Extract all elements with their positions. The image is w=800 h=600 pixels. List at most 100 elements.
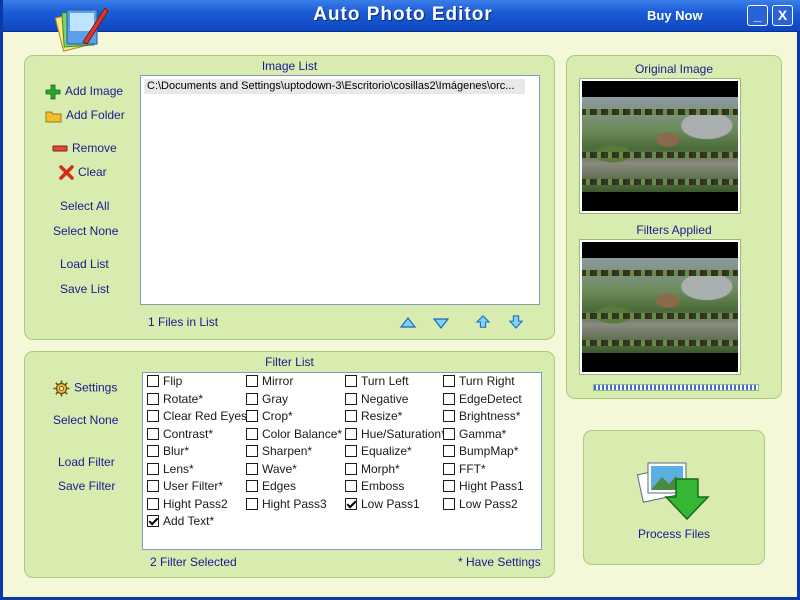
filter-checkbox[interactable]: [443, 427, 455, 440]
filter-option[interactable]: Blur*: [147, 444, 189, 460]
filter-checkbox[interactable]: [443, 497, 455, 510]
filter-option[interactable]: Low Pass2: [443, 497, 518, 513]
filter-checkbox[interactable]: [246, 497, 258, 510]
filter-option[interactable]: Resize*: [345, 409, 402, 425]
filter-option[interactable]: Equalize*: [345, 444, 412, 460]
filter-option[interactable]: EdgeDetect: [443, 392, 522, 408]
save-list-button[interactable]: Save List: [60, 282, 109, 296]
move-top-icon[interactable]: [474, 315, 492, 329]
filter-checkbox[interactable]: [345, 462, 357, 475]
filter-checkbox[interactable]: [147, 462, 159, 475]
filter-checkbox[interactable]: [443, 375, 455, 387]
filter-checkbox[interactable]: [246, 410, 258, 422]
filter-option[interactable]: Hight Pass1: [443, 479, 524, 495]
filter-option[interactable]: Morph*: [345, 462, 400, 478]
filter-checkbox[interactable]: [345, 375, 357, 387]
filter-option[interactable]: Edges: [246, 479, 296, 495]
filter-label: Negative: [361, 391, 409, 406]
select-all-button[interactable]: Select All: [60, 199, 109, 213]
filter-checkbox[interactable]: [147, 410, 159, 422]
filter-checkbox[interactable]: [246, 427, 258, 440]
clear-button[interactable]: Clear: [59, 165, 107, 181]
filter-checkbox[interactable]: [443, 410, 455, 422]
filter-label: BumpMap*: [459, 444, 519, 458]
filter-checkbox[interactable]: [443, 480, 455, 492]
filter-checkbox[interactable]: [443, 392, 455, 405]
filter-checkbox[interactable]: [147, 427, 159, 440]
filter-label: Add Text*: [163, 514, 215, 528]
add-image-button[interactable]: Add Image: [45, 84, 123, 100]
save-filter-button[interactable]: Save Filter: [58, 479, 115, 493]
filter-checkbox[interactable]: [246, 375, 258, 387]
filter-option[interactable]: Negative: [345, 392, 408, 408]
filter-checkbox[interactable]: [345, 497, 357, 510]
filter-option[interactable]: Clear Red Eyes: [147, 409, 247, 425]
filter-option[interactable]: Add Text*: [147, 514, 214, 530]
filter-select-none-button[interactable]: Select None: [53, 413, 118, 427]
filter-option[interactable]: Crop*: [246, 409, 293, 425]
filter-checkbox[interactable]: [443, 462, 455, 475]
filter-checkbox[interactable]: [345, 427, 357, 440]
filter-option[interactable]: Brightness*: [443, 409, 520, 425]
filter-checkbox[interactable]: [345, 445, 357, 457]
load-filter-button[interactable]: Load Filter: [58, 455, 115, 469]
process-files-button[interactable]: Process Files: [583, 430, 765, 565]
filter-label: Edges: [262, 479, 297, 493]
filter-checkbox[interactable]: [147, 497, 159, 510]
filter-label: Brightness*: [459, 409, 521, 423]
select-none-button[interactable]: Select None: [53, 224, 118, 238]
filter-option[interactable]: Color Balance*: [246, 427, 342, 443]
filter-option[interactable]: Hue/Saturation*: [345, 427, 446, 443]
minimize-button[interactable]: _: [747, 5, 768, 26]
filter-label: Mirror: [262, 374, 294, 388]
load-list-button[interactable]: Load List: [60, 257, 109, 271]
buy-now-link[interactable]: Buy Now: [647, 8, 703, 23]
image-file-list[interactable]: C:\Documents and Settings\uptodown-3\Esc…: [140, 75, 540, 305]
filter-label: Wave*: [262, 461, 297, 476]
remove-button[interactable]: Remove: [52, 141, 117, 155]
filter-checkbox[interactable]: [246, 392, 258, 405]
add-folder-button[interactable]: Add Folder: [45, 108, 125, 123]
filter-checkbox[interactable]: [246, 445, 258, 457]
filter-checkbox[interactable]: [345, 410, 357, 422]
filter-option[interactable]: User Filter*: [147, 479, 223, 495]
filter-label: Low Pass1: [361, 496, 420, 511]
filter-checkbox[interactable]: [147, 445, 159, 457]
move-down-icon[interactable]: [432, 316, 450, 330]
add-image-label: Add Image: [65, 84, 124, 99]
settings-label: Settings: [74, 380, 118, 395]
filter-option[interactable]: Low Pass1: [345, 497, 420, 513]
filter-option[interactable]: Lens*: [147, 462, 194, 478]
filter-checkbox[interactable]: [443, 445, 455, 457]
filter-option[interactable]: Gamma*: [443, 427, 506, 443]
filter-option[interactable]: Hight Pass3: [246, 497, 327, 513]
move-up-icon[interactable]: [399, 316, 417, 330]
filter-checkbox[interactable]: [246, 480, 258, 492]
filter-checkbox[interactable]: [147, 515, 159, 527]
filter-label: User Filter*: [163, 479, 224, 493]
list-item[interactable]: C:\Documents and Settings\uptodown-3\Esc…: [144, 79, 525, 94]
settings-button[interactable]: Settings: [53, 380, 117, 397]
filter-option[interactable]: Turn Right: [443, 374, 515, 390]
filter-checkbox[interactable]: [345, 480, 357, 492]
filter-checkbox[interactable]: [147, 375, 159, 387]
filter-checkbox[interactable]: [147, 392, 159, 405]
close-button[interactable]: X: [772, 5, 793, 26]
filter-option[interactable]: BumpMap*: [443, 444, 518, 460]
filter-option[interactable]: Contrast*: [147, 427, 213, 443]
filter-option[interactable]: Emboss: [345, 479, 404, 495]
filter-option[interactable]: Gray: [246, 392, 288, 408]
filter-option[interactable]: Wave*: [246, 462, 297, 478]
filter-checkbox[interactable]: [147, 480, 159, 492]
filter-option[interactable]: Sharpen*: [246, 444, 312, 460]
filter-option[interactable]: Flip: [147, 374, 182, 390]
filter-option[interactable]: Mirror: [246, 374, 293, 390]
filter-option[interactable]: FFT*: [443, 462, 486, 478]
filter-option[interactable]: Turn Left: [345, 374, 409, 390]
move-bottom-icon[interactable]: [507, 315, 525, 329]
filter-option[interactable]: Rotate*: [147, 392, 203, 408]
filter-checkbox[interactable]: [246, 462, 258, 475]
title-bar[interactable]: Auto Photo Editor Buy Now _ X: [3, 0, 800, 52]
filter-checkbox[interactable]: [345, 392, 357, 405]
filter-option[interactable]: Hight Pass2: [147, 497, 228, 513]
